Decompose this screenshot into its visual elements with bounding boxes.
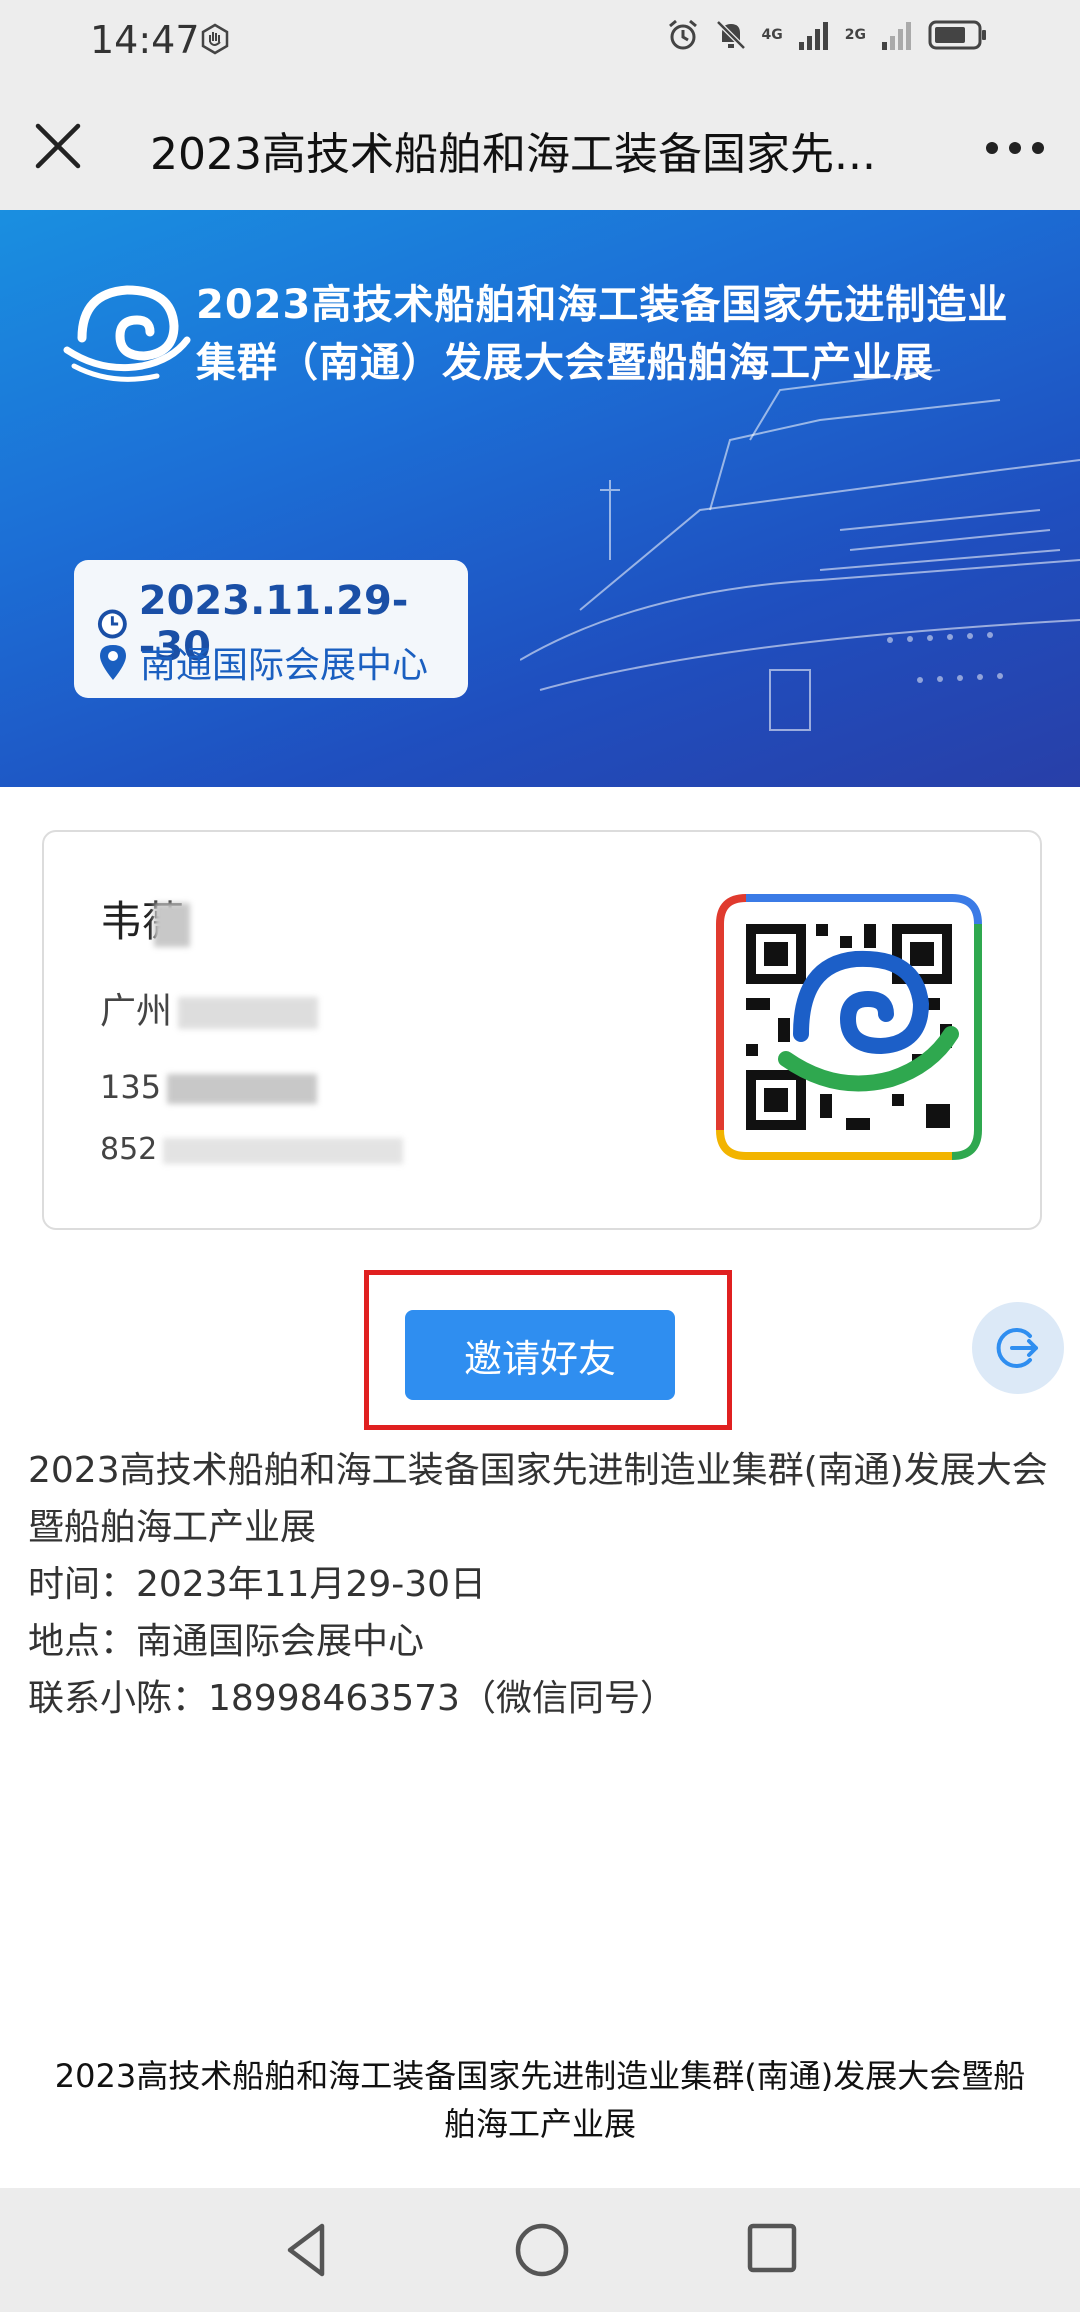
title-bar: 2023高技术船舶和海工装备国家先... <box>0 80 1080 210</box>
banner-title-line2: 集群（南通）发展大会暨船舶海工产业展 <box>196 340 934 386</box>
mute-icon <box>715 20 746 50</box>
battery-icon <box>928 20 986 50</box>
status-indicators: 4G 2G <box>666 18 988 52</box>
location-row: 南通国际会展中心 <box>96 636 428 688</box>
page-title: 2023高技术船舶和海工装备国家先... <box>150 129 876 180</box>
event-location: 南通国际会展中心 <box>140 645 429 686</box>
attendee-company-text: 广州 <box>100 991 173 1032</box>
more-icon[interactable] <box>980 118 1050 178</box>
page-footer: 2023高技术船舶和海工装备国家先进制造业集群(南通)发展大会暨船舶海工产业展 <box>54 2057 1026 2143</box>
redacted-block <box>167 1074 318 1104</box>
date-location-card: 2023.11.29--30 南通国际会展中心 <box>74 560 468 698</box>
banner-title-line1: 2023高技术船舶和海工装备国家先进制造业 <box>196 282 1009 328</box>
attendee-phone-text: 135 <box>100 1068 162 1106</box>
status-time: 14:47 <box>90 18 200 62</box>
qr-code[interactable] <box>716 894 982 1160</box>
event-banner: 2023高技术船舶和海工装备国家先进制造业 集群（南通）发展大会暨船舶海工产业展… <box>0 210 1080 787</box>
share-icon <box>996 1328 1038 1368</box>
event-description: 2023高技术船舶和海工装备国家先进制造业集群(南通)发展大会暨船舶海工产业展 … <box>28 1442 1058 1727</box>
back-triangle-icon[interactable] <box>278 2218 338 2282</box>
description-title: 2023高技术船舶和海工装备国家先进制造业集群(南通)发展大会暨船舶海工产业展 <box>28 1450 1048 1548</box>
description-place: 地点：南通国际会展中心 <box>28 1621 425 1662</box>
redacted-block <box>163 1137 404 1164</box>
signal-icon <box>798 22 828 50</box>
home-circle-icon[interactable] <box>510 2218 574 2282</box>
attendee-name: 韦薇 <box>100 888 191 949</box>
ship-illustration <box>520 369 1080 731</box>
description-time: 时间：2023年11月29-30日 <box>28 1564 487 1605</box>
recent-square-icon[interactable] <box>744 2220 800 2276</box>
location-pin-icon <box>100 645 126 680</box>
network-1-label: 4G <box>761 27 783 43</box>
signal-weak-icon <box>882 22 911 50</box>
banner-title: 2023高技术船舶和海工装备国家先进制造业 集群（南通）发展大会暨船舶海工产业展 <box>196 276 1056 392</box>
redacted-block <box>154 902 191 947</box>
network-2-label: 2G <box>844 27 866 43</box>
hand-icon <box>201 23 229 55</box>
alarm-icon <box>668 19 697 50</box>
invite-friends-button[interactable]: 邀请好友 <box>405 1310 675 1400</box>
attendee-phone: 135 <box>100 1068 318 1106</box>
status-bar: 14:47 4G 2G <box>0 0 1080 80</box>
redacted-block <box>178 997 319 1029</box>
attendee-badge-card: 韦薇 广州 135 852 <box>42 830 1042 1230</box>
system-navigation-bar <box>0 2188 1080 2312</box>
description-contact: 联系小陈：18998463573（微信同号） <box>28 1678 676 1719</box>
floating-share-button[interactable] <box>972 1302 1064 1394</box>
attendee-company: 广州 <box>100 982 319 1034</box>
event-logo-icon <box>63 285 191 382</box>
close-icon[interactable] <box>28 116 88 176</box>
attendee-email: 852 <box>100 1132 404 1167</box>
attendee-email-text: 852 <box>100 1132 158 1167</box>
